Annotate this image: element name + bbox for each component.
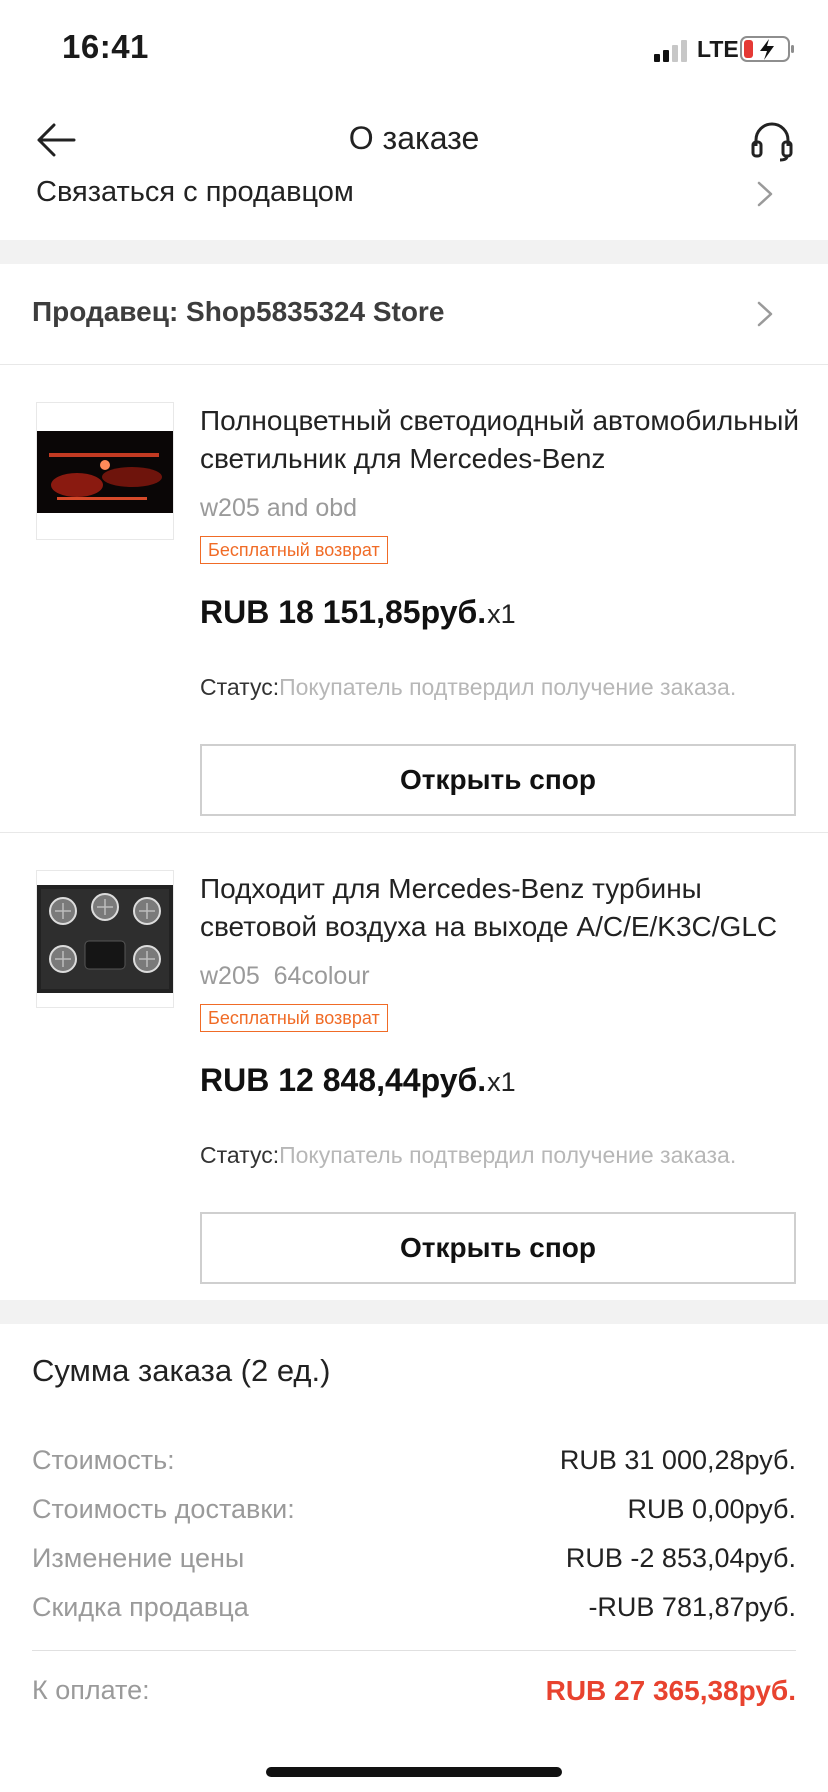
product-image[interactable]	[36, 870, 174, 1008]
free-return-badge: Бесплатный возврат	[200, 536, 388, 564]
network-type: LTE	[697, 36, 739, 62]
open-dispute-button[interactable]: Открыть спор	[200, 744, 796, 816]
status-label: Статус:	[200, 674, 280, 700]
free-return-badge: Бесплатный возврат	[200, 1004, 388, 1032]
divider	[0, 832, 828, 833]
chevron-right-icon	[757, 181, 773, 207]
order-status: Статус:Покупатель подтвердил получение з…	[200, 674, 736, 701]
product-quantity: x1	[487, 599, 516, 629]
seller-name: Продавец: Shop5835324 Store	[32, 296, 445, 327]
product-quantity: x1	[487, 1067, 516, 1097]
open-dispute-button[interactable]: Открыть спор	[200, 1212, 796, 1284]
section-divider	[0, 1300, 828, 1324]
signal-icon	[654, 40, 687, 62]
product-title[interactable]: Полноцветный светодиодный автомобильный …	[200, 402, 800, 478]
summary-row-label: Изменение цены	[32, 1543, 245, 1573]
divider	[0, 364, 828, 365]
product-price: RUB 18 151,85руб.x1	[200, 594, 516, 631]
product-title[interactable]: Подходит для Mercedes-Benz турбины свето…	[200, 870, 800, 946]
contact-seller-row[interactable]: Связаться с продавцом	[0, 160, 828, 224]
status-value: Покупатель подтвердил получение заказа.	[279, 674, 737, 700]
status-label: Статус:	[200, 1142, 280, 1168]
seller-row[interactable]: Продавец: Shop5835324 Store	[0, 264, 828, 364]
battery-icon	[740, 36, 794, 62]
price-value: RUB 18 151,85руб.	[200, 594, 487, 630]
product-image[interactable]	[36, 402, 174, 540]
product-variant: w205 64colour	[200, 962, 370, 990]
product-price: RUB 12 848,44руб.x1	[200, 1062, 516, 1099]
to-pay-value: RUB 27 365,38руб.	[545, 1675, 796, 1706]
chevron-right-icon	[757, 301, 773, 327]
contact-seller-label: Связаться с продавцом	[36, 176, 354, 208]
summary-row-value: RUB 0,00руб.	[627, 1494, 796, 1524]
price-value: RUB 12 848,44руб.	[200, 1062, 487, 1098]
summary-row-value: RUB -2 853,04руб.	[565, 1543, 796, 1573]
status-value: Покупатель подтвердил получение заказа.	[279, 1142, 737, 1168]
section-divider	[0, 240, 828, 264]
home-indicator[interactable]	[266, 1767, 562, 1777]
summary-row-label: Стоимость доставки:	[32, 1494, 295, 1524]
summary-row-label: Стоимость:	[32, 1445, 175, 1475]
summary-row-label: Скидка продавца	[32, 1592, 249, 1622]
product-variant: w205 and obd	[200, 494, 358, 522]
page-title: О заказе	[348, 120, 480, 156]
divider	[32, 1650, 796, 1651]
order-summary-title: Сумма заказа (2 ед.)	[32, 1353, 331, 1388]
summary-row-value: -RUB 781,87руб.	[588, 1592, 796, 1622]
order-status: Статус:Покупатель подтвердил получение з…	[200, 1142, 736, 1169]
status-time: 16:41	[62, 28, 149, 65]
to-pay-label: К оплате:	[32, 1675, 150, 1705]
summary-row-value: RUB 31 000,28руб.	[559, 1445, 796, 1475]
headset-icon[interactable]	[750, 120, 794, 162]
